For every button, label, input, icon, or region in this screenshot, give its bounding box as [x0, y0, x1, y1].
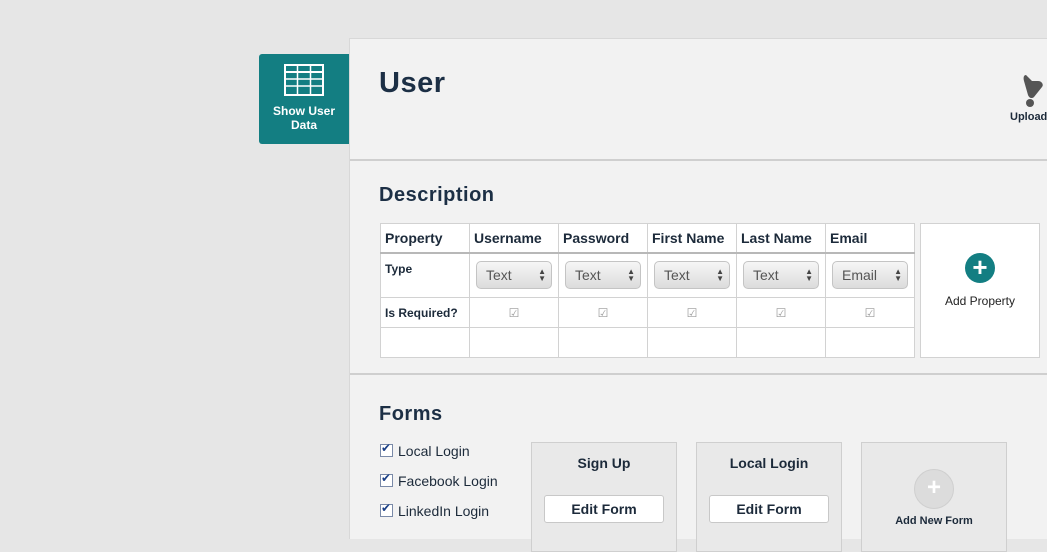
checkbox-checked-icon[interactable] [380, 501, 393, 517]
type-select[interactable]: Text ▲ ▼ [743, 261, 819, 290]
type-select-value: Text [575, 267, 601, 284]
table-header-row: Property Username Password First Name La… [380, 223, 915, 254]
required-checkbox[interactable]: ☑ [736, 297, 826, 328]
select-arrows-icon: ▲ ▼ [716, 267, 724, 284]
facebook-login-option[interactable]: Facebook Login [380, 471, 498, 489]
table-grid-icon [284, 64, 324, 96]
column-header[interactable]: Email [825, 223, 915, 254]
panel-header: User Upload [350, 39, 1047, 161]
select-arrows-icon: ▲ ▼ [627, 267, 635, 284]
empty-row [380, 327, 915, 358]
required-row-label: Is Required? [380, 297, 470, 328]
select-arrows-icon: ▲ ▼ [805, 267, 813, 284]
type-select[interactable]: Text ▲ ▼ [476, 261, 552, 290]
add-property-label: Add Property [944, 294, 1016, 308]
properties-table: Property Username Password First Name La… [380, 223, 915, 358]
add-property-button[interactable]: + Add Property [920, 223, 1040, 358]
user-panel: User Upload Description Property Usernam… [349, 38, 1047, 552]
type-select[interactable]: Email ▲ ▼ [832, 261, 908, 290]
type-select-value: Text [664, 267, 690, 284]
add-circle-icon: + [965, 253, 995, 283]
select-arrows-icon: ▲ ▼ [538, 267, 546, 284]
type-select[interactable]: Text ▲ ▼ [565, 261, 641, 290]
local-login-option[interactable]: Local Login [380, 441, 470, 459]
form-card-sign-up: Sign Up Edit Form [531, 442, 677, 552]
show-user-data-button[interactable]: Show User Data [259, 54, 349, 144]
form-card-title: Sign Up [577, 455, 631, 471]
required-checkbox[interactable]: ☑ [469, 297, 559, 328]
type-row-label: Type [380, 252, 470, 298]
login-option-label: Local Login [398, 443, 470, 459]
column-header[interactable]: Username [469, 223, 559, 254]
checkbox-checked-icon[interactable] [380, 441, 393, 457]
required-checkbox[interactable]: ☑ [558, 297, 648, 328]
forms-title: Forms [379, 403, 443, 425]
required-checkbox[interactable]: ☑ [647, 297, 737, 328]
upload-icon [1023, 75, 1043, 107]
form-card-title: Local Login [729, 455, 809, 471]
select-arrows-icon: ▲ ▼ [894, 267, 902, 284]
show-user-data-label: Show User Data [272, 104, 335, 132]
edit-form-button[interactable]: Edit Form [709, 495, 829, 523]
required-checkbox[interactable]: ☑ [825, 297, 915, 328]
type-select-value: Text [486, 267, 512, 284]
checkbox-checked-icon[interactable] [380, 471, 393, 487]
page-title: User [379, 67, 446, 99]
column-header[interactable]: Last Name [736, 223, 826, 254]
type-select[interactable]: Text ▲ ▼ [654, 261, 730, 290]
upload-button[interactable]: Upload [1010, 73, 1047, 123]
property-header: Property [380, 223, 470, 254]
section-divider [350, 373, 1047, 375]
upload-label: Upload [1010, 111, 1047, 123]
type-select-value: Text [753, 267, 779, 284]
add-new-form-button[interactable]: + Add New Form [861, 442, 1007, 552]
description-title: Description [379, 184, 495, 206]
type-row: Type Text ▲ ▼ Text ▲ ▼ Text ▲ ▼ Text ▲ ▼ Email ▲ ▼ [380, 252, 915, 298]
login-option-label: Facebook Login [398, 473, 498, 489]
column-header[interactable]: Password [558, 223, 648, 254]
edit-form-button[interactable]: Edit Form [544, 495, 664, 523]
form-card-local-login: Local Login Edit Form [696, 442, 842, 552]
column-header[interactable]: First Name [647, 223, 737, 254]
add-circle-icon: + [914, 469, 954, 509]
type-select-value: Email [842, 267, 878, 284]
required-row: Is Required? ☑ ☑ ☑ ☑ ☑ [380, 297, 915, 328]
